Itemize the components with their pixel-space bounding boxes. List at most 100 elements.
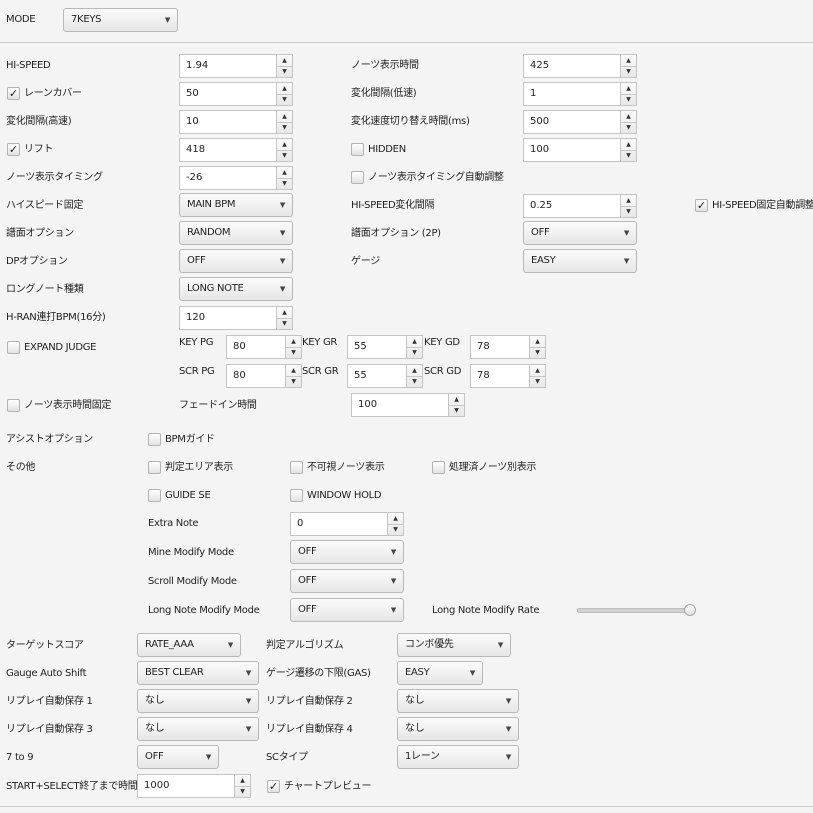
lanecover-spinner[interactable]: 50 ▲ ▼ [179, 82, 293, 106]
spin-down-icon[interactable]: ▼ [235, 786, 250, 797]
spin-down-icon[interactable]: ▼ [407, 376, 422, 387]
score-option-2p-select[interactable]: OFF ▼ [523, 221, 637, 245]
spin-down-icon[interactable]: ▼ [621, 206, 636, 217]
spin-down-icon[interactable]: ▼ [286, 376, 301, 387]
divider [0, 806, 813, 807]
interval-slow-label: 変化間隔(低速) [351, 88, 417, 99]
interval-fast-spinner[interactable]: 10 ▲ ▼ [179, 110, 293, 134]
replay4-label: リプレイ自動保存 4 [266, 724, 353, 735]
replay1-select[interactable]: なし ▼ [137, 689, 259, 713]
scr-gd-input[interactable]: 78 [470, 364, 529, 388]
start-select-spinner[interactable]: 1000 ▲ ▼ [137, 774, 251, 798]
key-pg-spinner[interactable]: 80 ▲ ▼ [226, 335, 302, 359]
dp-option-select[interactable]: OFF ▼ [179, 249, 293, 273]
mine-mode-select[interactable]: OFF ▼ [290, 540, 404, 564]
key-gd-spinner[interactable]: 78 ▲ ▼ [470, 335, 546, 359]
replay2-select[interactable]: なし ▼ [397, 689, 519, 713]
key-gr-label: KEY GR [302, 337, 338, 348]
lift-spinner[interactable]: 418 ▲ ▼ [179, 138, 293, 162]
spin-down-icon[interactable]: ▼ [277, 122, 292, 133]
chevron-down-icon: ▼ [279, 229, 285, 237]
chevron-down-icon: ▼ [623, 229, 629, 237]
lift-input[interactable]: 418 [179, 138, 276, 162]
ln-type-select[interactable]: LONG NOTE ▼ [179, 277, 293, 301]
spin-down-icon[interactable]: ▼ [277, 318, 292, 329]
note-duration-spinner[interactable]: 425 ▲ ▼ [523, 54, 637, 78]
note-duration-label: ノーツ表示時間 [351, 60, 419, 71]
key-gd-input[interactable]: 78 [470, 335, 529, 359]
mode-select[interactable]: 7KEYS ▼ [63, 8, 178, 32]
interval-slow-input[interactable]: 1 [523, 82, 620, 106]
spin-down-icon[interactable]: ▼ [621, 150, 636, 161]
hidden-input[interactable]: 100 [523, 138, 620, 162]
gauge-min-select[interactable]: EASY ▼ [397, 661, 483, 685]
seven-to-nine-select[interactable]: OFF ▼ [137, 745, 219, 769]
scr-gr-spinner[interactable]: 55 ▲ ▼ [347, 364, 423, 388]
ln-type-label: ロングノート種類 [6, 284, 84, 295]
ln-rate-slider-thumb[interactable] [684, 604, 696, 616]
gauge-shift-select[interactable]: BEST CLEAR ▼ [137, 661, 259, 685]
fadein-input[interactable]: 100 [351, 393, 448, 417]
extra-note-spinner[interactable]: 0 ▲ ▼ [290, 512, 404, 536]
start-select-input[interactable]: 1000 [137, 774, 234, 798]
scr-pg-input[interactable]: 80 [226, 364, 285, 388]
spin-down-icon[interactable]: ▼ [530, 347, 545, 358]
chevron-down-icon: ▼ [623, 257, 629, 265]
sc-type-select[interactable]: 1レーン ▼ [397, 745, 519, 769]
switch-time-spinner[interactable]: 500 ▲ ▼ [523, 110, 637, 134]
spin-down-icon[interactable]: ▼ [388, 524, 403, 535]
spin-down-icon[interactable]: ▼ [277, 150, 292, 161]
score-option-label: 譜面オプション [6, 228, 74, 239]
interval-slow-spinner[interactable]: 1 ▲ ▼ [523, 82, 637, 106]
interval-fast-input[interactable]: 10 [179, 110, 276, 134]
target-score-select[interactable]: RATE_AAA ▼ [137, 633, 241, 657]
spin-down-icon[interactable]: ▼ [407, 347, 422, 358]
scr-gr-input[interactable]: 55 [347, 364, 406, 388]
note-timing-input[interactable]: -26 [179, 166, 276, 190]
spin-down-icon[interactable]: ▼ [621, 122, 636, 133]
replay4-select[interactable]: なし ▼ [397, 717, 519, 741]
hidden-spinner[interactable]: 100 ▲ ▼ [523, 138, 637, 162]
scr-pg-label: SCR PG [179, 366, 215, 377]
scr-gd-label: SCR GD [424, 366, 462, 377]
spin-down-icon[interactable]: ▼ [277, 178, 292, 189]
scr-pg-spinner[interactable]: 80 ▲ ▼ [226, 364, 302, 388]
hispeed-fix-select[interactable]: MAIN BPM ▼ [179, 193, 293, 217]
ln-mode-label: Long Note Modify Mode [148, 605, 260, 616]
ln-rate-slider-track[interactable] [577, 608, 692, 613]
hispeed-input[interactable]: 1.94 [179, 54, 276, 78]
score-option-select[interactable]: RANDOM ▼ [179, 221, 293, 245]
note-timing-spinner[interactable]: -26 ▲ ▼ [179, 166, 293, 190]
spin-down-icon[interactable]: ▼ [286, 347, 301, 358]
key-pg-input[interactable]: 80 [226, 335, 285, 359]
spin-down-icon[interactable]: ▼ [449, 405, 464, 416]
assist-label: アシストオプション [6, 434, 93, 445]
scroll-mode-select[interactable]: OFF ▼ [290, 569, 404, 593]
spin-down-icon[interactable]: ▼ [277, 94, 292, 105]
key-gr-spinner[interactable]: 55 ▲ ▼ [347, 335, 423, 359]
key-gr-input[interactable]: 55 [347, 335, 406, 359]
spin-down-icon[interactable]: ▼ [621, 94, 636, 105]
hispeed-interval-spinner[interactable]: 0.25 ▲ ▼ [523, 194, 637, 218]
spin-down-icon[interactable]: ▼ [621, 66, 636, 77]
replay3-label: リプレイ自動保存 3 [6, 724, 93, 735]
hispeed-interval-input[interactable]: 0.25 [523, 194, 620, 218]
scr-gd-spinner[interactable]: 78 ▲ ▼ [470, 364, 546, 388]
spin-down-icon[interactable]: ▼ [530, 376, 545, 387]
judge-algo-label: 判定アルゴリズム [266, 640, 344, 651]
hran-bpm-spinner[interactable]: 120 ▲ ▼ [179, 306, 293, 330]
ln-mode-select[interactable]: OFF ▼ [290, 598, 404, 622]
fadein-spinner[interactable]: 100 ▲ ▼ [351, 393, 465, 417]
switch-time-input[interactable]: 500 [523, 110, 620, 134]
spin-down-icon[interactable]: ▼ [277, 66, 292, 77]
extra-note-input[interactable]: 0 [290, 512, 387, 536]
hispeed-label: HI-SPEED [6, 60, 51, 71]
hran-bpm-input[interactable]: 120 [179, 306, 276, 330]
lanecover-input[interactable]: 50 [179, 82, 276, 106]
gauge-select[interactable]: EASY ▼ [523, 249, 637, 273]
note-duration-input[interactable]: 425 [523, 54, 620, 78]
judge-algo-select[interactable]: コンボ優先 ▼ [397, 633, 511, 657]
replay3-select[interactable]: なし ▼ [137, 717, 259, 741]
hispeed-spinner[interactable]: 1.94 ▲ ▼ [179, 54, 293, 78]
scr-gr-label: SCR GR [302, 366, 339, 377]
